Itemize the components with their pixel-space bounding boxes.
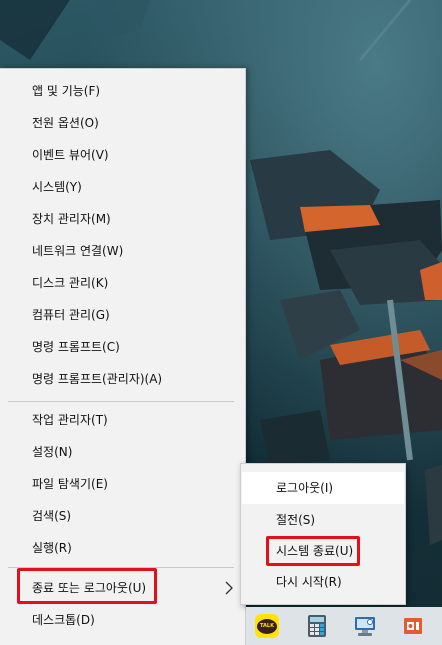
- powerpoint-icon[interactable]: [401, 614, 425, 638]
- menu-item-apps-features[interactable]: 앱 및 기능(F): [0, 76, 246, 106]
- menu-item-computer-management[interactable]: 컴퓨터 관리(G): [0, 300, 246, 330]
- menu-item-system[interactable]: 시스템(Y): [0, 172, 246, 202]
- kakaotalk-icon[interactable]: TALK: [255, 614, 279, 638]
- submenu-item-shut-down[interactable]: 시스템 종료(U): [242, 535, 404, 567]
- taskbar: TALK: [246, 607, 442, 645]
- start-context-menu: 앱 및 기능(F) 전원 옵션(O) 이벤트 뷰어(V) 시스템(Y) 장치 관…: [0, 68, 246, 645]
- menu-item-event-viewer[interactable]: 이벤트 뷰어(V): [0, 140, 246, 170]
- menu-item-search[interactable]: 검색(S): [0, 501, 246, 531]
- menu-item-desktop[interactable]: 데스크톱(D): [0, 605, 246, 635]
- kakaotalk-badge: TALK: [257, 618, 277, 634]
- menu-separator: [8, 567, 234, 568]
- submenu-item-restart[interactable]: 다시 시작(R): [242, 566, 404, 598]
- menu-item-command-prompt-admin[interactable]: 명령 프롬프트(관리자)(A): [0, 364, 246, 394]
- menu-item-disk-management[interactable]: 디스크 관리(K): [0, 268, 246, 298]
- calculator-icon[interactable]: [305, 614, 329, 638]
- shutdown-submenu: 로그아웃(I) 절전(S) 시스템 종료(U) 다시 시작(R): [240, 463, 406, 605]
- menu-item-run[interactable]: 실행(R): [0, 533, 246, 563]
- menu-item-label: 종료 또는 로그아웃(U): [32, 581, 147, 595]
- menu-item-file-explorer[interactable]: 파일 탐색기(E): [0, 469, 246, 499]
- menu-item-device-manager[interactable]: 장치 관리자(M): [0, 204, 246, 234]
- menu-separator: [8, 401, 234, 402]
- menu-item-network-connections[interactable]: 네트워크 연결(W): [0, 236, 246, 266]
- menu-item-settings[interactable]: 설정(N): [0, 437, 246, 467]
- menu-item-task-manager[interactable]: 작업 관리자(T): [0, 405, 246, 435]
- submenu-item-sign-out[interactable]: 로그아웃(I): [242, 472, 404, 504]
- menu-item-command-prompt[interactable]: 명령 프롬프트(C): [0, 332, 246, 362]
- remote-desktop-icon[interactable]: [353, 614, 377, 638]
- chevron-right-icon: [225, 581, 233, 595]
- menu-item-power-options[interactable]: 전원 옵션(O): [0, 108, 246, 138]
- submenu-item-sleep[interactable]: 절전(S): [242, 504, 404, 536]
- menu-item-shutdown-or-sign-out[interactable]: 종료 또는 로그아웃(U): [0, 573, 246, 603]
